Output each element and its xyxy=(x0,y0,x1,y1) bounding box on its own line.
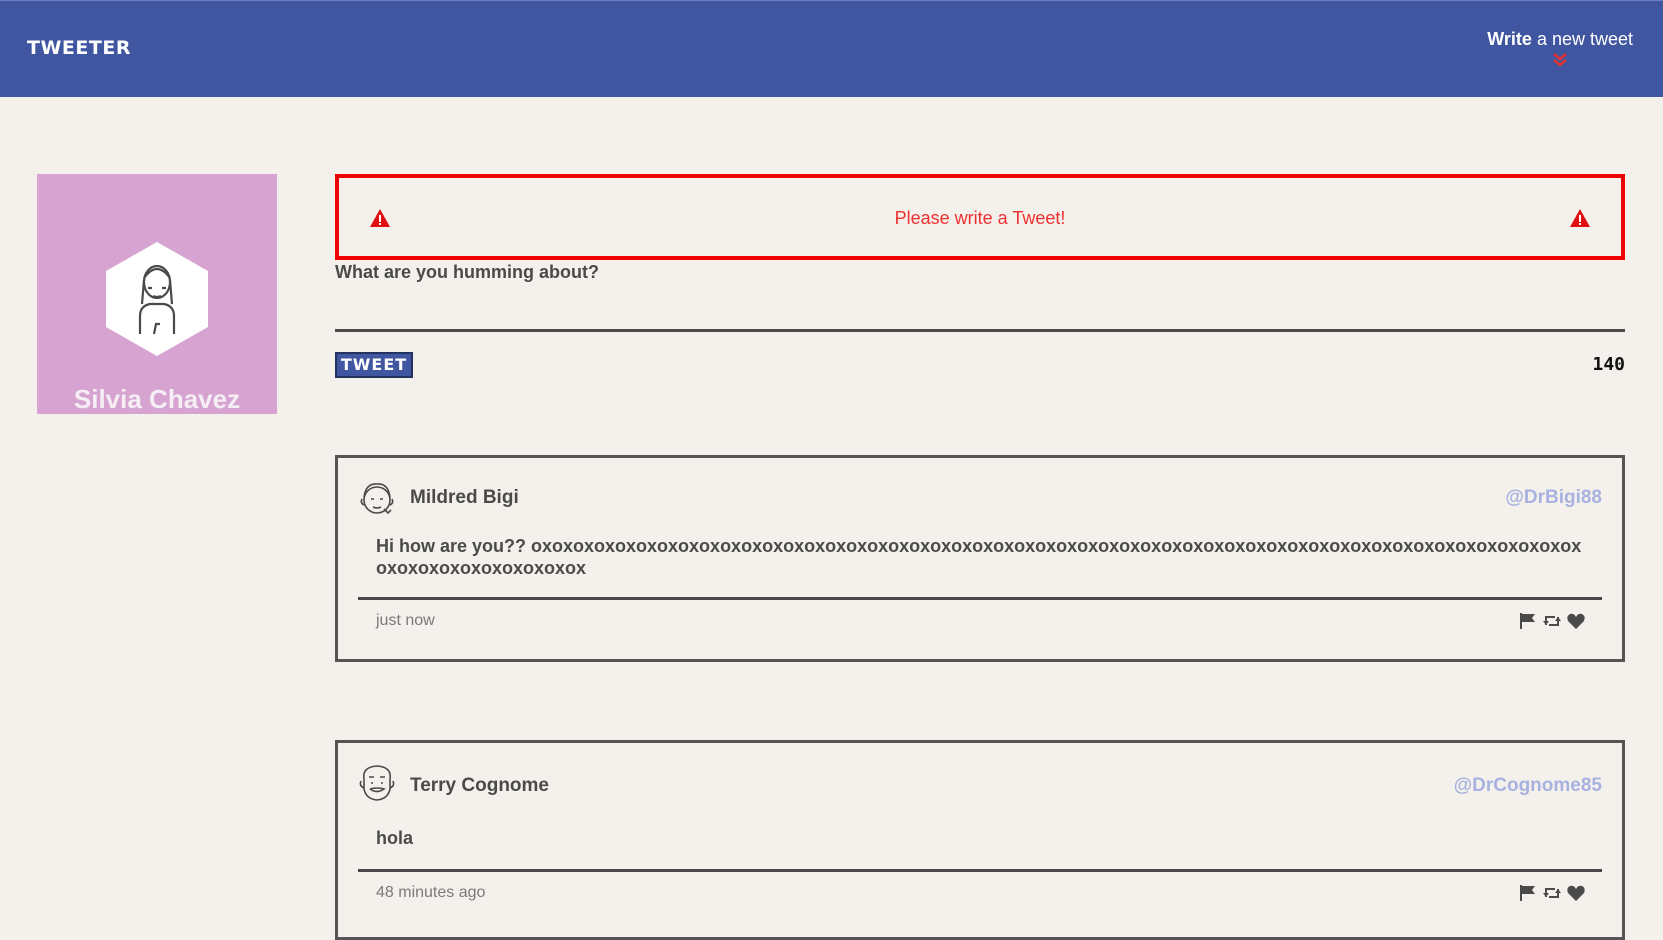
flag-icon[interactable] xyxy=(1518,884,1538,902)
tweet-card: Terry Cognome @DrCognome85 hola 48 minut… xyxy=(335,740,1625,940)
tweet-actions xyxy=(1518,612,1586,630)
tweet-submit-button[interactable]: TWEET xyxy=(335,352,413,378)
tweet-handle: @DrBigi88 xyxy=(1505,487,1602,508)
flag-icon[interactable] xyxy=(1518,612,1538,630)
tweet-divider xyxy=(358,869,1602,872)
error-banner: Please write a Tweet! xyxy=(335,174,1625,260)
logo[interactable]: TWEETER xyxy=(27,37,131,59)
write-label-rest: a new tweet xyxy=(1531,29,1633,49)
tweet-timestamp: 48 minutes ago xyxy=(376,884,486,901)
tweet-text: hola xyxy=(376,828,414,848)
heart-icon[interactable] xyxy=(1566,612,1586,630)
character-counter: 140 xyxy=(1592,354,1625,375)
retweet-icon[interactable] xyxy=(1542,612,1562,630)
tweet-divider xyxy=(358,597,1602,600)
profile-card: Silvia Chavez xyxy=(37,174,277,414)
tweet-author: Mildred Bigi xyxy=(410,487,519,508)
tweet-text: Hi how are you?? oxoxoxoxoxoxoxoxoxoxoxo… xyxy=(376,536,1582,578)
tweet-card: Mildred Bigi @DrBigi88 Hi how are you?? … xyxy=(335,455,1625,662)
write-new-tweet-toggle[interactable]: Write a new tweet xyxy=(1487,29,1633,68)
tweet-handle: @DrCognome85 xyxy=(1453,775,1602,796)
profile-name: Silvia Chavez xyxy=(73,384,241,414)
tweet-timestamp: just now xyxy=(376,612,435,629)
navbar: TWEETER Write a new tweet xyxy=(0,0,1663,97)
profile-avatar xyxy=(106,242,208,356)
retweet-icon[interactable] xyxy=(1542,884,1562,902)
user-avatar-icon xyxy=(359,765,395,801)
heart-icon[interactable] xyxy=(1566,884,1586,902)
tweet-text-input[interactable] xyxy=(335,329,1625,332)
compose-prompt-label: What are you humming about? xyxy=(335,262,599,282)
write-label-bold: Write xyxy=(1487,29,1532,49)
warning-triangle-icon xyxy=(1570,209,1590,227)
tweet-author: Terry Cognome xyxy=(410,775,550,796)
user-avatar-icon xyxy=(360,483,394,515)
write-new-tweet-label: Write a new tweet xyxy=(1487,29,1633,50)
tweet-actions xyxy=(1518,884,1586,902)
error-message: Please write a Tweet! xyxy=(894,208,1066,228)
chevron-double-down-icon xyxy=(1553,53,1567,67)
